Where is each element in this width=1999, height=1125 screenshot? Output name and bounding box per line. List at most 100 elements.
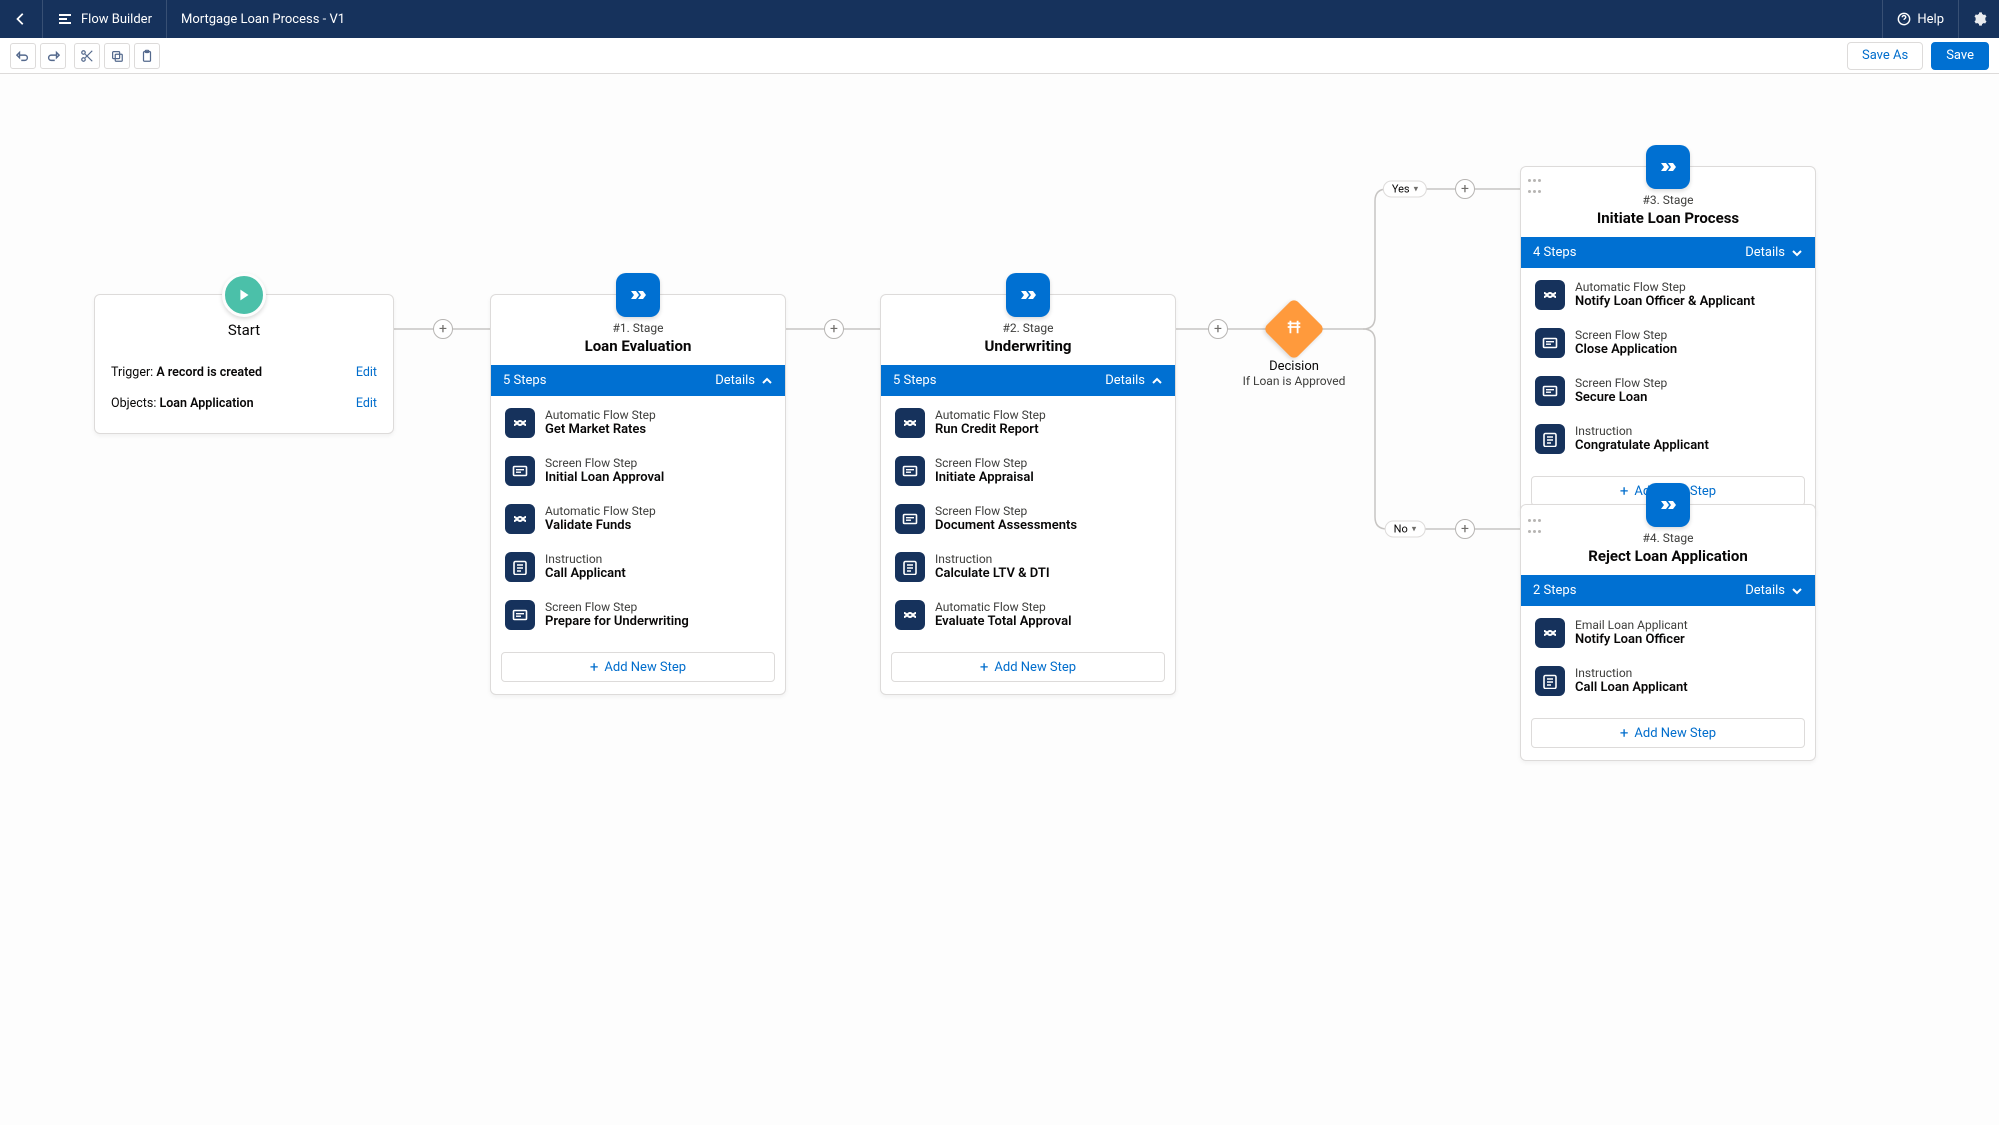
stage-card[interactable]: #4. Stage Reject Loan Application 2 Step…	[1520, 504, 1816, 761]
canvas[interactable]: Start Trigger: A record is created Edit …	[0, 74, 1999, 1125]
settings-button[interactable]	[1958, 0, 1999, 38]
step-instr-icon	[1535, 424, 1565, 454]
step-type: Instruction	[1575, 666, 1688, 680]
step-row[interactable]: Screen Flow Step Document Assessments	[891, 498, 1165, 540]
stage-card[interactable]: #1. Stage Loan Evaluation 5 Steps Detail…	[490, 294, 786, 695]
step-row[interactable]: Automatic Flow Step Notify Loan Officer …	[1531, 274, 1805, 316]
edit-trigger-link[interactable]: Edit	[356, 365, 377, 380]
step-name: Initial Loan Approval	[545, 470, 664, 485]
step-row[interactable]: Screen Flow Step Initiate Appraisal	[891, 450, 1165, 492]
branch-yes[interactable]: Yes	[1383, 181, 1427, 198]
toolbar: Save As Save	[0, 38, 1999, 74]
step-row[interactable]: Instruction Call Loan Applicant	[1531, 660, 1805, 702]
add-node-button[interactable]: +	[433, 319, 453, 339]
details-label: Details	[715, 373, 755, 388]
step-name: Call Loan Applicant	[1575, 680, 1688, 695]
step-instr-icon	[1535, 666, 1565, 696]
drag-handle[interactable]	[1528, 519, 1542, 539]
stage-details-toggle[interactable]: 5 Steps Details	[491, 365, 785, 396]
back-button[interactable]	[0, 0, 43, 38]
step-instr-icon	[895, 552, 925, 582]
stage-number: #2. Stage	[893, 321, 1163, 335]
decision-title: Decision	[1234, 359, 1354, 374]
stage-details-toggle[interactable]: 4 Steps Details	[1521, 237, 1815, 268]
add-node-button[interactable]: +	[824, 319, 844, 339]
decision-icon	[1263, 298, 1325, 360]
step-flow-icon	[505, 408, 535, 438]
stage-badge-icon	[1646, 483, 1690, 527]
details-label: Details	[1105, 373, 1145, 388]
step-row[interactable]: Screen Flow Step Prepare for Underwritin…	[501, 594, 775, 636]
help-button[interactable]: Help	[1882, 0, 1958, 38]
step-row[interactable]: Email Loan Applicant Notify Loan Officer	[1531, 612, 1805, 654]
start-node[interactable]: Start Trigger: A record is created Edit …	[94, 294, 394, 434]
step-screen-icon	[505, 600, 535, 630]
step-row[interactable]: Automatic Flow Step Run Credit Report	[891, 402, 1165, 444]
step-row[interactable]: Screen Flow Step Secure Loan	[1531, 370, 1805, 412]
paste-button[interactable]	[134, 43, 160, 69]
step-screen-icon	[505, 456, 535, 486]
step-row[interactable]: Automatic Flow Step Validate Funds	[501, 498, 775, 540]
arrow-left-icon	[14, 12, 28, 26]
copy-icon	[110, 49, 124, 63]
step-type: Automatic Flow Step	[545, 408, 656, 422]
play-icon	[222, 273, 266, 317]
step-row[interactable]: Automatic Flow Step Get Market Rates	[501, 402, 775, 444]
steps-count: 5 Steps	[893, 373, 936, 388]
step-name: Notify Loan Officer & Applicant	[1575, 294, 1755, 309]
cut-button[interactable]	[74, 43, 100, 69]
flow-builder-icon	[57, 11, 73, 27]
step-screen-icon	[1535, 328, 1565, 358]
step-type: Screen Flow Step	[935, 456, 1034, 470]
add-step-button[interactable]: +Add New Step	[501, 652, 775, 682]
step-row[interactable]: Instruction Congratulate Applicant	[1531, 418, 1805, 460]
decision-node[interactable]: Decision If Loan is Approved	[1234, 307, 1354, 388]
add-node-button[interactable]: +	[1208, 319, 1228, 339]
stage-badge-icon	[616, 273, 660, 317]
add-step-button[interactable]: +Add New Step	[1531, 718, 1805, 748]
steps-count: 4 Steps	[1533, 245, 1576, 260]
stage-title: Reject Loan Application	[1533, 547, 1803, 565]
step-name: Initiate Appraisal	[935, 470, 1034, 485]
app-name-label: Flow Builder	[81, 12, 152, 27]
step-name: Congratulate Applicant	[1575, 438, 1709, 453]
save-button[interactable]: Save	[1931, 42, 1989, 70]
add-node-button[interactable]: +	[1455, 179, 1475, 199]
copy-button[interactable]	[104, 43, 130, 69]
step-flow-icon	[895, 600, 925, 630]
stage-number: #3. Stage	[1533, 193, 1803, 207]
save-as-button[interactable]: Save As	[1847, 42, 1923, 70]
step-type: Automatic Flow Step	[935, 600, 1071, 614]
add-node-button[interactable]: +	[1455, 519, 1475, 539]
step-row[interactable]: Screen Flow Step Initial Loan Approval	[501, 450, 775, 492]
step-row[interactable]: Instruction Call Applicant	[501, 546, 775, 588]
step-name: Document Assessments	[935, 518, 1077, 533]
stage-title: Underwriting	[893, 337, 1163, 355]
step-row[interactable]: Automatic Flow Step Evaluate Total Appro…	[891, 594, 1165, 636]
redo-button[interactable]	[40, 43, 66, 69]
redo-icon	[46, 49, 60, 63]
step-name: Secure Loan	[1575, 390, 1667, 405]
step-name: Run Credit Report	[935, 422, 1046, 437]
step-flow-icon	[895, 408, 925, 438]
edit-objects-link[interactable]: Edit	[356, 396, 377, 411]
stage-card[interactable]: #3. Stage Initiate Loan Process 4 Steps …	[1520, 166, 1816, 519]
step-row[interactable]: Screen Flow Step Close Application	[1531, 322, 1805, 364]
undo-button[interactable]	[10, 43, 36, 69]
add-step-button[interactable]: +Add New Step	[891, 652, 1165, 682]
stage-details-toggle[interactable]: 2 Steps Details	[1521, 575, 1815, 606]
step-name: Calculate LTV & DTI	[935, 566, 1050, 581]
step-name: Notify Loan Officer	[1575, 632, 1688, 647]
app-name[interactable]: Flow Builder	[43, 0, 167, 38]
page-title[interactable]: Mortgage Loan Process - V1	[167, 0, 359, 38]
stage-details-toggle[interactable]: 5 Steps Details	[881, 365, 1175, 396]
branch-no[interactable]: No	[1385, 521, 1426, 538]
help-icon	[1897, 12, 1911, 26]
step-row[interactable]: Instruction Calculate LTV & DTI	[891, 546, 1165, 588]
drag-handle[interactable]	[1528, 179, 1542, 199]
stage-card[interactable]: #2. Stage Underwriting 5 Steps Details A…	[880, 294, 1176, 695]
step-flow-icon	[505, 504, 535, 534]
stage-number: #4. Stage	[1533, 531, 1803, 545]
step-type: Automatic Flow Step	[935, 408, 1046, 422]
step-type: Screen Flow Step	[545, 600, 689, 614]
